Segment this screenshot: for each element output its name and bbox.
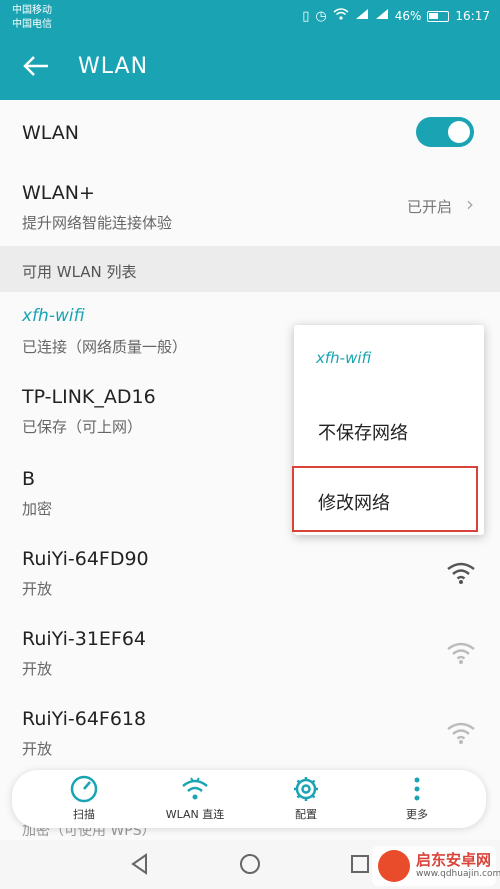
wifi-signal-icon — [444, 720, 478, 746]
nav-recents-icon[interactable] — [348, 852, 372, 876]
app-bar: WLAN — [0, 36, 500, 100]
nav-home-icon[interactable] — [238, 852, 262, 876]
arrow-left-icon[interactable] — [22, 48, 50, 87]
clock: 16:17 — [455, 9, 490, 23]
network-name: RuiYi-64FD90 — [22, 548, 149, 570]
section-title: 可用 WLAN 列表 — [22, 263, 137, 281]
watermark: 启东安卓网 www.qdhuajin.com — [372, 846, 500, 886]
wifi-direct-button[interactable]: WLAN 直连 — [155, 774, 235, 822]
alarm-icon: ◷ — [315, 8, 327, 24]
wlan-plus-label: WLAN+ — [22, 182, 95, 204]
bottom-action-bar: 扫描 WLAN 直连 配置 更多 — [12, 770, 486, 828]
network-name: B — [22, 468, 36, 490]
wlan-plus-status: 已开启 — [406, 198, 452, 216]
network-status: 已保存（可上网） — [22, 418, 143, 436]
wifi-direct-icon — [182, 777, 208, 800]
configure-button[interactable]: 配置 — [266, 774, 346, 822]
network-status: 开放 — [22, 580, 53, 598]
wifi-direct-label: WLAN 直连 — [165, 808, 225, 821]
status-bar: 中国移动 中国电信 ▯ ◷ 46% 16:17 — [0, 0, 500, 36]
battery-icon — [427, 10, 450, 22]
scan-icon — [70, 775, 98, 803]
gear-icon — [294, 777, 318, 801]
network-row[interactable]: RuiYi-31EF64 开放 — [0, 610, 500, 690]
configure-label: 配置 — [295, 808, 317, 821]
network-name: xfh-wifi — [22, 306, 85, 326]
nav-back-icon[interactable] — [128, 852, 152, 876]
watermark-logo-icon — [378, 850, 410, 882]
wlan-plus-subtitle: 提升网络智能连接体验 — [22, 214, 173, 232]
network-status: 已连接（网络质量一般） — [22, 338, 188, 356]
highlight-box — [292, 466, 478, 532]
network-row[interactable]: RuiYi-64F618 开放 — [0, 690, 500, 770]
network-status: 开放 — [22, 660, 53, 678]
signal-3g-icon — [375, 8, 389, 24]
page-title: WLAN — [78, 54, 149, 79]
network-status: 开放 — [22, 740, 53, 758]
network-name: RuiYi-64F618 — [22, 708, 147, 730]
more-label: 更多 — [406, 808, 428, 821]
more-vertical-icon — [414, 777, 420, 801]
scan-button[interactable]: 扫描 — [44, 774, 124, 822]
wifi-status-icon — [333, 8, 349, 24]
wlan-switch[interactable] — [416, 117, 474, 147]
scan-label: 扫描 — [73, 808, 95, 821]
battery-percent: 46% — [394, 9, 422, 23]
network-name: RuiYi-31EF64 — [22, 628, 147, 650]
more-button[interactable]: 更多 — [377, 774, 457, 822]
carrier-1: 中国移动 — [12, 5, 52, 16]
forget-network-item[interactable]: 不保存网络 — [318, 419, 408, 445]
chevron-right-icon: › — [466, 192, 474, 216]
signal-4g-icon — [355, 8, 369, 24]
vibrate-icon: ▯ — [302, 8, 310, 24]
wifi-signal-icon — [444, 640, 478, 666]
watermark-text: 启东安卓网 — [416, 851, 492, 869]
wlan-label: WLAN — [22, 122, 80, 144]
menu-title: xfh-wifi — [316, 349, 372, 367]
network-row[interactable]: RuiYi-64FD90 开放 — [0, 530, 500, 610]
available-networks-header: 可用 WLAN 列表 — [0, 246, 500, 292]
carrier-2: 中国电信 — [12, 19, 52, 30]
network-name: TP-LINK_AD16 — [22, 386, 156, 408]
network-status: 加密 — [22, 500, 53, 518]
watermark-url: www.qdhuajin.com — [416, 869, 500, 879]
wifi-signal-icon — [444, 560, 478, 586]
